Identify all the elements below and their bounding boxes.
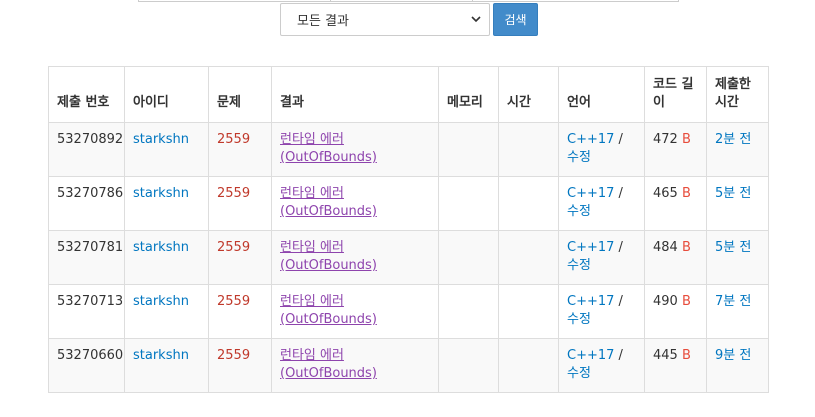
search-button[interactable]: 검색 (493, 3, 538, 36)
submitted-time-link[interactable]: 9분 전 (715, 348, 751, 363)
table-row: 53270781 starkshn 2559 런타임 에러 (OutOfBoun… (48, 230, 769, 285)
result-link[interactable]: 런타임 에러 (OutOfBounds) (280, 186, 377, 219)
code-length-unit: B (681, 186, 691, 201)
table-row: 53270660 starkshn 2559 런타임 에러 (OutOfBoun… (48, 338, 769, 393)
table-row: 53270786 starkshn 2559 런타임 에러 (OutOfBoun… (48, 176, 769, 231)
problem-link[interactable]: 2559 (217, 240, 250, 255)
table-header-row: 제출 번호 아이디 문제 결과 메모리 시간 언어 코드 길이 제출한 시간 (48, 66, 769, 123)
submitted-time-link[interactable]: 5분 전 (715, 240, 751, 255)
problem-link[interactable]: 2559 (217, 348, 250, 363)
header-problem: 문제 (208, 66, 272, 123)
header-submitted-time: 제출한 시간 (706, 66, 769, 123)
language-separator: / (618, 186, 623, 201)
language-link[interactable]: C++17 (567, 294, 614, 309)
submission-id: 53270892 (48, 122, 125, 177)
code-length-cell: 465 B (644, 176, 707, 231)
result-link[interactable]: 런타임 에러 (OutOfBounds) (280, 240, 377, 273)
table-row: 53270713 starkshn 2559 런타임 에러 (OutOfBoun… (48, 284, 769, 339)
table-row: 53270892 starkshn 2559 런타임 에러 (OutOfBoun… (48, 122, 769, 177)
language-link[interactable]: C++17 (567, 186, 614, 201)
code-length-cell: 490 B (644, 284, 707, 339)
header-time: 시간 (498, 66, 559, 123)
header-code-length: 코드 길이 (644, 66, 707, 123)
edit-code-link[interactable]: 수정 (567, 366, 591, 381)
language-link[interactable]: C++17 (567, 132, 614, 147)
code-length-unit: B (681, 294, 691, 309)
submitted-time-link[interactable]: 5분 전 (715, 186, 751, 201)
language-separator: / (618, 294, 623, 309)
time-cell (498, 122, 559, 177)
header-user-id: 아이디 (124, 66, 209, 123)
code-length-unit: B (681, 132, 691, 147)
result-select-value: 모든 결과 (297, 14, 349, 29)
memory-cell (438, 176, 499, 231)
header-memory: 메모리 (438, 66, 499, 123)
submitted-time-link[interactable]: 7분 전 (715, 294, 751, 309)
result-filter-row: 모든 결과 검색 (280, 3, 538, 37)
user-link[interactable]: starkshn (133, 186, 189, 201)
user-link[interactable]: starkshn (133, 294, 189, 309)
submitted-time-link[interactable]: 2분 전 (715, 132, 751, 147)
submission-id: 53270713 (48, 284, 125, 339)
top-filter-bar-edge (138, 0, 679, 2)
code-length-cell: 472 B (644, 122, 707, 177)
memory-cell (438, 230, 499, 285)
time-cell (498, 284, 559, 339)
result-link[interactable]: 런타임 에러 (OutOfBounds) (280, 348, 377, 381)
code-length-value: 472 (653, 132, 678, 147)
memory-cell (438, 122, 499, 177)
code-length-value: 484 (653, 240, 678, 255)
time-cell (498, 338, 559, 393)
code-length-unit: B (681, 348, 691, 363)
submission-id: 53270781 (48, 230, 125, 285)
code-length-cell: 484 B (644, 230, 707, 285)
user-link[interactable]: starkshn (133, 132, 189, 147)
user-link[interactable]: starkshn (133, 348, 189, 363)
language-separator: / (618, 132, 623, 147)
submission-id: 53270786 (48, 176, 125, 231)
time-cell (498, 176, 559, 231)
header-submission-id: 제출 번호 (48, 66, 125, 123)
header-result: 결과 (271, 66, 439, 123)
language-separator: / (618, 348, 623, 363)
code-length-value: 490 (653, 294, 678, 309)
language-link[interactable]: C++17 (567, 348, 614, 363)
header-language: 언어 (558, 66, 645, 123)
code-length-cell: 445 B (644, 338, 707, 393)
chevron-down-icon (471, 15, 481, 25)
top-filter-bar-divider (472, 0, 473, 2)
user-link[interactable]: starkshn (133, 240, 189, 255)
edit-code-link[interactable]: 수정 (567, 204, 591, 219)
time-cell (498, 230, 559, 285)
code-length-value: 445 (653, 348, 678, 363)
language-link[interactable]: C++17 (567, 240, 614, 255)
submission-id: 53270660 (48, 338, 125, 393)
top-filter-bar-divider (330, 0, 331, 2)
memory-cell (438, 284, 499, 339)
status-table: 제출 번호 아이디 문제 결과 메모리 시간 언어 코드 길이 제출한 시간 5… (48, 66, 769, 393)
edit-code-link[interactable]: 수정 (567, 312, 591, 327)
edit-code-link[interactable]: 수정 (567, 258, 591, 273)
memory-cell (438, 338, 499, 393)
result-link[interactable]: 런타임 에러 (OutOfBounds) (280, 294, 377, 327)
problem-link[interactable]: 2559 (217, 294, 250, 309)
code-length-value: 465 (653, 186, 678, 201)
code-length-unit: B (681, 240, 691, 255)
result-link[interactable]: 런타임 에러 (OutOfBounds) (280, 132, 377, 165)
language-separator: / (618, 240, 623, 255)
edit-code-link[interactable]: 수정 (567, 150, 591, 165)
result-select[interactable]: 모든 결과 (280, 3, 490, 36)
problem-link[interactable]: 2559 (217, 132, 250, 147)
problem-link[interactable]: 2559 (217, 186, 250, 201)
